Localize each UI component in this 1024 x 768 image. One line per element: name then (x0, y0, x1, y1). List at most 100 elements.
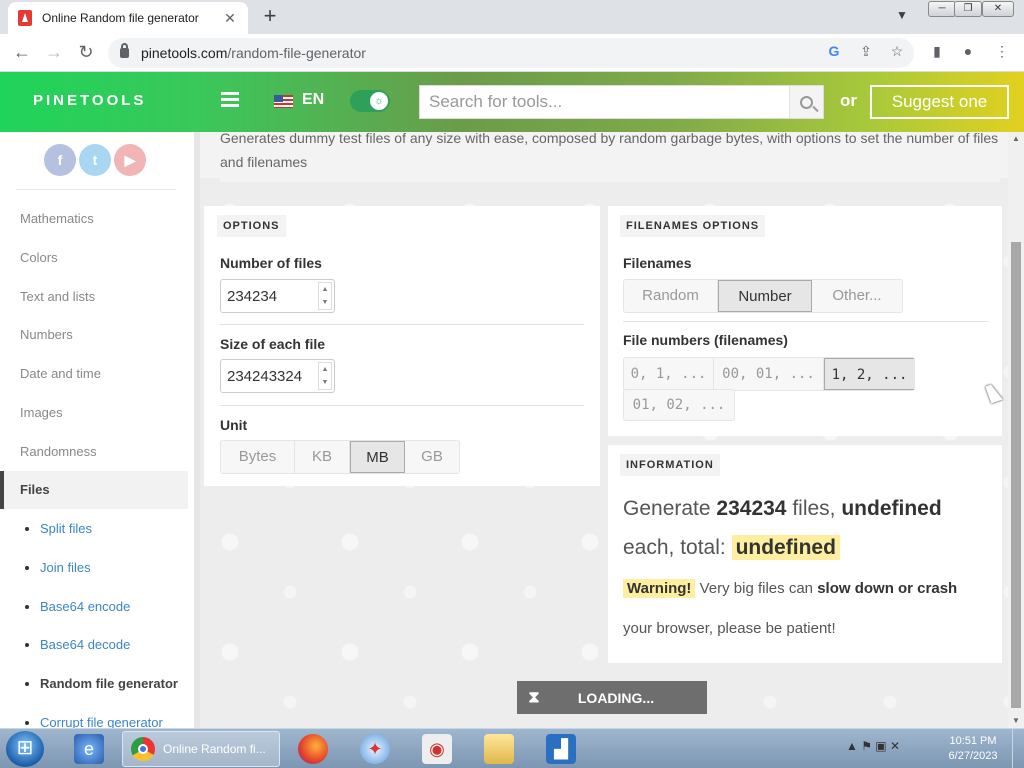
information-panel: INFORMATION Generate 234234 files, undef… (608, 445, 1002, 663)
generate-text: Generate (623, 497, 711, 520)
safari-icon[interactable]: ✦ (360, 734, 390, 764)
filename-mode-selector: Random Number Other... (623, 279, 903, 313)
options-title: OPTIONS (217, 215, 286, 237)
sidebar-subitem-base64-encode[interactable]: Base64 encode (40, 599, 130, 614)
clock-time: 10:51 PM (949, 735, 997, 747)
sidebar-item-text-and-lists[interactable]: Text and lists (20, 289, 95, 304)
ie-icon[interactable]: e (74, 734, 104, 764)
unit-selector: Bytes KB MB GB (220, 440, 460, 474)
warning-text: Very big files can (699, 580, 814, 597)
warning-badge: Warning! (623, 579, 696, 598)
profile-avatar-icon[interactable]: ● (958, 43, 978, 59)
system-tray[interactable]: ▲ ⚑ ▣ ✕ (846, 739, 900, 753)
sidebar-subitem-split-files[interactable]: Split files (40, 521, 92, 536)
filename-other-option[interactable]: Other... (812, 280, 902, 312)
close-window-button[interactable]: ✕ (982, 1, 1014, 17)
start-button[interactable] (6, 731, 44, 767)
site-header: PINETOOLS EN ☼ or Suggest one (0, 72, 1024, 132)
google-translate-icon[interactable]: G (824, 43, 844, 59)
app-icon[interactable]: ◉ (422, 734, 452, 764)
unit-gb-option[interactable]: GB (405, 441, 459, 473)
bullet (25, 721, 29, 725)
taskbar-chrome-window[interactable]: Online Random fi... (122, 731, 280, 767)
menu-kebab-icon[interactable]: ⋮ (992, 43, 1012, 60)
format-0-1-option[interactable]: 0, 1, ... (624, 358, 714, 390)
number-of-files-stepper[interactable]: ▲ ▼ (318, 282, 332, 310)
size-stepper[interactable]: ▲ ▼ (318, 362, 332, 390)
tab-search-chevron-icon[interactable]: ▼ (896, 8, 908, 22)
scrollbar-thumb[interactable] (1011, 242, 1021, 708)
warning-line2: your browser, please be patient! (623, 620, 836, 637)
dark-mode-toggle[interactable]: ☼ (350, 90, 390, 112)
files-text: files, (792, 497, 836, 520)
sidebar-item-numbers[interactable]: Numbers (20, 327, 73, 342)
address-bar-row: ← → ↻ pinetools.com/random-file-generato… (0, 34, 1024, 72)
sidebar-item-randomness[interactable]: Randomness (20, 444, 97, 459)
reload-icon[interactable]: ↻ (74, 42, 98, 62)
sidebar-subitem-corrupt-file-generator[interactable]: Corrupt file generator (40, 715, 163, 728)
format-01-02-option[interactable]: 01, 02, ... (624, 390, 734, 420)
scroll-down-arrow-icon[interactable]: ▼ (1008, 716, 1024, 725)
number-of-files-input[interactable] (227, 288, 315, 305)
sidebar-item-colors[interactable]: Colors (20, 250, 58, 265)
tool-description: Generates dummy test files of any size w… (220, 132, 1000, 182)
unit-bytes-option[interactable]: Bytes (221, 441, 295, 473)
suggest-one-button[interactable]: Suggest one (870, 85, 1009, 119)
loading-indicator: ⧗ LOADING... (517, 681, 707, 714)
file-numbers-label: File numbers (filenames) (623, 332, 788, 348)
omnibox[interactable]: pinetools.com/random-file-generator (108, 38, 914, 68)
twitter-icon[interactable]: t (79, 144, 111, 176)
scroll-up-arrow-icon[interactable]: ▲ (1008, 134, 1024, 143)
sidebar-item-files[interactable]: Files (0, 471, 188, 509)
clock[interactable]: 10:51 PM 6/27/2023 (940, 734, 1006, 764)
loading-text: LOADING... (577, 689, 655, 706)
format-1-2-option[interactable]: 1, 2, ... (824, 358, 914, 390)
side-panel-icon[interactable]: ▮ (927, 43, 947, 60)
tab-close-icon[interactable]: ✕ (222, 10, 238, 27)
folder-icon[interactable] (484, 734, 514, 764)
show-desktop-button[interactable] (1012, 729, 1024, 768)
sidebar-item-images[interactable]: Images (20, 405, 63, 420)
size-of-each-file-input[interactable] (227, 368, 315, 385)
filename-random-option[interactable]: Random (624, 280, 718, 312)
unit-label: Unit (220, 417, 248, 433)
youtube-icon[interactable]: ▶ (114, 144, 146, 176)
hamburger-menu-icon[interactable] (221, 92, 239, 107)
page-scrollbar[interactable]: ▲ ▼ (1008, 132, 1024, 728)
bullet (25, 566, 29, 570)
sidebar-subitem-random-file-generator[interactable]: Random file generator (40, 676, 178, 691)
search-button[interactable] (789, 86, 823, 118)
left-sidebar: f t ▶ Mathematics Colors Text and lists … (0, 132, 200, 728)
us-flag-icon[interactable] (274, 95, 293, 108)
filename-number-option[interactable]: Number (718, 280, 812, 312)
or-text: or (840, 91, 857, 110)
new-tab-button[interactable]: + (258, 5, 282, 29)
pinetools-favicon-icon (18, 10, 32, 26)
bookmark-star-icon[interactable]: ☆ (887, 43, 907, 60)
url-domain: pinetools.com (141, 45, 228, 61)
url-path: /random-file-generator (227, 45, 366, 61)
firefox-icon[interactable] (298, 734, 328, 764)
back-arrow-icon[interactable]: ← (10, 42, 34, 62)
format-00-01-option[interactable]: 00, 01, ... (714, 358, 824, 390)
site-logo[interactable]: PINETOOLS (33, 92, 146, 109)
network-app-icon[interactable]: ▟ (546, 734, 576, 764)
sidebar-subitem-base64-decode[interactable]: Base64 decode (40, 637, 130, 652)
browser-tab[interactable]: Online Random file generator ✕ (8, 2, 248, 34)
facebook-icon[interactable]: f (44, 144, 76, 176)
filenames-options-title: FILENAMES OPTIONS (620, 215, 766, 237)
url-text[interactable]: pinetools.com/random-file-generator (141, 45, 366, 61)
search-input[interactable] (420, 86, 789, 118)
chrome-icon (131, 737, 155, 761)
maximize-button[interactable]: ❐ (954, 1, 982, 17)
sidebar-item-mathematics[interactable]: Mathematics (20, 211, 94, 226)
unit-kb-option[interactable]: KB (295, 441, 350, 473)
unit-mb-option[interactable]: MB (350, 441, 405, 473)
forward-arrow-icon[interactable]: → (42, 42, 66, 62)
minimize-button[interactable]: ─ (928, 1, 956, 17)
sidebar-item-date-and-time[interactable]: Date and time (20, 366, 101, 381)
sidebar-subitem-join-files[interactable]: Join files (40, 560, 91, 575)
language-selector[interactable]: EN (302, 91, 324, 109)
warning-line1: Warning! Very big files can slow down or… (623, 579, 957, 598)
share-icon[interactable]: ⇪ (856, 43, 876, 60)
